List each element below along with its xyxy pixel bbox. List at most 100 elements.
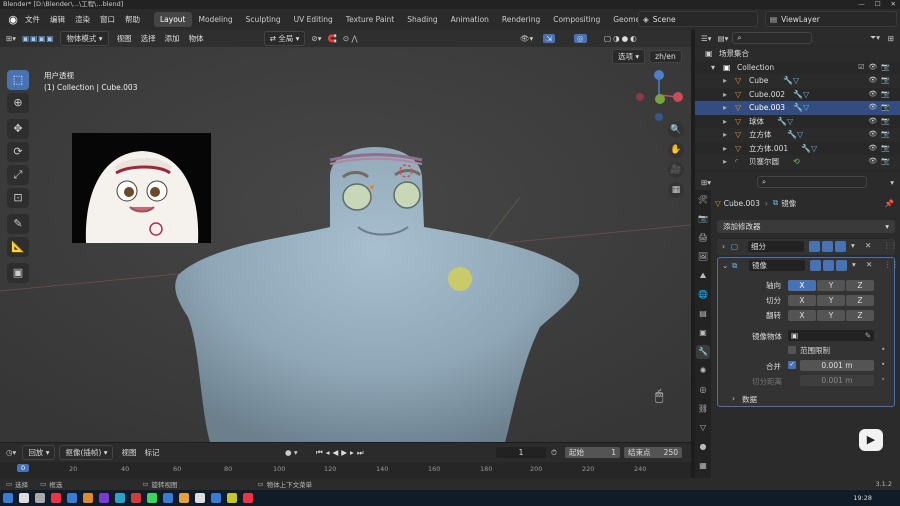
visibility-toggles[interactable]: 👁📷 xyxy=(868,115,894,129)
record-icon[interactable]: ● ▾ xyxy=(285,448,298,457)
tab-texture-paint[interactable]: Texture Paint xyxy=(340,12,400,27)
menu-render[interactable]: 渲染 xyxy=(75,14,90,25)
blender-app-icon[interactable] xyxy=(179,493,189,503)
outliner-row-cube[interactable]: ▸ ▽ Cube 🔧▽ 👁📷 xyxy=(695,74,900,88)
data-tab-icon[interactable]: ▽ xyxy=(696,421,710,435)
collapse-arrow-icon[interactable]: ⌄ xyxy=(722,261,728,270)
visibility-toggles[interactable]: 👁📷 xyxy=(868,142,894,156)
measure-tool[interactable]: 📐 xyxy=(7,237,29,257)
move-tool[interactable]: ✥ xyxy=(7,119,29,139)
properties-search-input[interactable]: ⌕ xyxy=(757,176,867,188)
playback-controls[interactable]: ⏮◂◀▶▸⏭ xyxy=(316,448,367,458)
axis-y-toggle[interactable]: Y xyxy=(817,280,845,291)
visibility-toggles[interactable]: 👁📷 xyxy=(868,128,894,142)
scene-tab-icon[interactable]: ⛰ xyxy=(696,269,710,283)
blender-logo-icon[interactable]: ◉ xyxy=(6,13,20,27)
texture-tab-icon[interactable]: ▦ xyxy=(696,459,710,473)
timeline-editor-icon[interactable]: ◷▾ xyxy=(6,448,16,457)
render-toggle-icon[interactable] xyxy=(836,260,847,271)
outliner-row-cube-cn[interactable]: ▸ ▽ 立方体 🔧▽ 👁📷 xyxy=(695,128,900,142)
outliner-search-input[interactable]: ⌕ xyxy=(732,32,813,44)
clipping-checkbox[interactable] xyxy=(788,346,796,354)
menu-window[interactable]: 窗口 xyxy=(100,14,115,25)
delete-modifier-icon[interactable]: ✕ xyxy=(865,241,871,250)
modifier-name-field[interactable]: 镜像 xyxy=(749,260,805,271)
video-player-icon[interactable]: ▶ xyxy=(859,429,883,451)
tab-animation[interactable]: Animation xyxy=(445,12,495,27)
outliner-editor-icon[interactable]: ☰▾ xyxy=(701,34,712,43)
menu-select[interactable]: 选择 xyxy=(141,33,156,44)
select-box-tool[interactable]: ⬚ xyxy=(7,70,29,90)
taskview-icon[interactable] xyxy=(35,493,45,503)
close-icon[interactable]: ✕ xyxy=(891,0,896,9)
expand-arrow-icon[interactable]: ▸ xyxy=(723,155,727,169)
axis-z-toggle[interactable]: Z xyxy=(846,280,874,291)
maximize-icon[interactable]: ☐ xyxy=(875,0,881,9)
gizmo-icon[interactable]: ⇲ xyxy=(543,34,556,43)
select-mode-icons[interactable]: ▣▣▣▣ xyxy=(22,34,54,43)
options-icon[interactable]: ▾ xyxy=(890,178,894,187)
keyframe-dot-icon[interactable]: • xyxy=(881,360,885,369)
visibility-toggles[interactable]: 👁📷 xyxy=(868,74,894,88)
pan-hand-icon[interactable]: ✋ xyxy=(668,142,684,158)
menu-view[interactable]: 视图 xyxy=(117,33,132,44)
tab-rendering[interactable]: Rendering xyxy=(496,12,546,27)
transform-tool[interactable]: ⊡ xyxy=(7,188,29,208)
menu-help[interactable]: 帮助 xyxy=(125,14,140,25)
keying-menu[interactable]: 抠像(插帧) ▾ xyxy=(59,445,114,460)
visibility-icon[interactable]: 👁▾ xyxy=(520,34,533,43)
outliner-row-cube-002[interactable]: ▸ ▽ Cube.002 🔧▽ 👁📷 xyxy=(695,88,900,102)
annotate-tool[interactable]: ✎ xyxy=(7,214,29,234)
viewport-toggle-icon[interactable] xyxy=(823,260,834,271)
modifier-name-field[interactable]: 细分 xyxy=(748,241,804,252)
dropdown-icon[interactable]: ▾ xyxy=(851,241,855,250)
reference-image[interactable] xyxy=(72,133,211,243)
drag-handle-icon[interactable]: ⋮⋮ xyxy=(883,241,898,250)
collection-tab-icon[interactable]: ▤ xyxy=(696,307,710,321)
timeline-view-menu[interactable]: 视图 xyxy=(121,447,136,458)
outliner-row-cube-cn-001[interactable]: ▸ ▽ 立方体.001 🔧▽ 👁📷 xyxy=(695,142,900,156)
edit-mode-toggle-icon[interactable] xyxy=(810,260,821,271)
expand-arrow-icon[interactable]: ▸ xyxy=(723,88,727,102)
app-icon[interactable] xyxy=(195,493,205,503)
merge-checkbox[interactable]: ✓ xyxy=(788,361,796,369)
dropdown-icon[interactable]: ▾ xyxy=(852,260,856,269)
grid-view-icon[interactable]: ▦ xyxy=(668,182,684,198)
zoom-icon[interactable]: 🔍 xyxy=(668,122,684,138)
outliner-row-bezier-circle[interactable]: ▸ ◜ 贝塞尔圆 ⟲ 👁📷 xyxy=(695,155,900,169)
tool-tab-icon[interactable]: 🛠 xyxy=(696,193,710,207)
visibility-toggles[interactable]: ☑👁📷 xyxy=(858,61,894,75)
constraints-tab-icon[interactable]: ⛓ xyxy=(696,402,710,416)
visibility-toggles[interactable]: 👁📷 xyxy=(868,88,894,102)
cursor-tool[interactable]: ⊕ xyxy=(7,93,29,113)
app-icon[interactable] xyxy=(131,493,141,503)
tab-layout[interactable]: Layout xyxy=(154,12,192,27)
viewlayer-selector[interactable]: ▤ ViewLayer xyxy=(765,11,897,27)
transform-orientation[interactable]: ⇄ 全局 ▾ xyxy=(263,31,306,46)
options-dropdown[interactable]: 选项 ▾ xyxy=(612,49,646,64)
app-icon[interactable] xyxy=(83,493,93,503)
visibility-toggles[interactable]: 👁📷 xyxy=(868,155,894,169)
flip-x-toggle[interactable]: X xyxy=(788,310,816,321)
bisect-distance-field[interactable]: 0.001 m xyxy=(800,375,874,386)
scene-selector[interactable]: ◈ Scene xyxy=(638,11,758,27)
end-frame-field[interactable]: 结束点 250 xyxy=(624,447,682,458)
expand-arrow-icon[interactable]: ▸ xyxy=(723,142,727,156)
tab-modeling[interactable]: Modeling xyxy=(193,12,239,27)
app-icon[interactable] xyxy=(211,493,221,503)
expand-arrow-icon[interactable]: ▸ xyxy=(723,128,727,142)
properties-editor-icon[interactable]: ⊞▾ xyxy=(701,178,711,187)
expand-arrow-icon[interactable]: › xyxy=(732,394,735,403)
marker-menu[interactable]: 标记 xyxy=(144,447,159,458)
flip-z-toggle[interactable]: Z xyxy=(846,310,874,321)
snap-icon[interactable]: 🧲 xyxy=(327,34,336,43)
bisect-z-toggle[interactable]: Z xyxy=(846,295,874,306)
tab-uv-editing[interactable]: UV Editing xyxy=(288,12,339,27)
delete-modifier-icon[interactable]: ✕ xyxy=(866,260,872,269)
filter-display-icon[interactable]: ▤▾ xyxy=(718,34,729,43)
app-icon[interactable] xyxy=(243,493,253,503)
menu-file[interactable]: 文件 xyxy=(25,14,40,25)
flip-y-toggle[interactable]: Y xyxy=(817,310,845,321)
visibility-toggles[interactable]: 👁📷 xyxy=(868,101,894,115)
start-icon[interactable] xyxy=(3,493,13,503)
